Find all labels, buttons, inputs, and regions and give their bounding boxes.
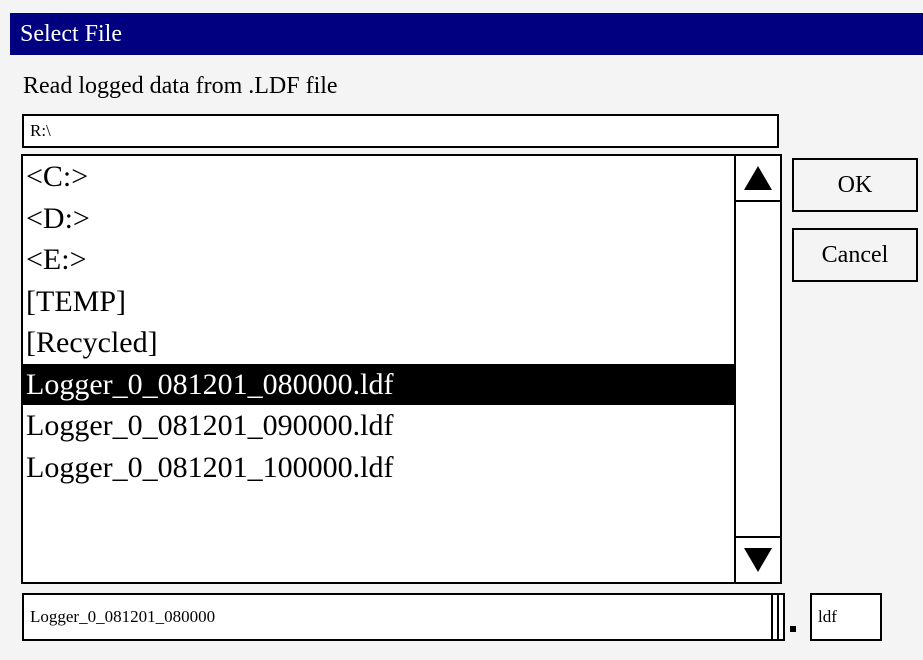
list-item-file[interactable]: Logger_0_081201_090000.ldf — [23, 405, 734, 447]
ok-button[interactable]: OK — [792, 158, 918, 212]
cancel-button[interactable]: Cancel — [792, 228, 918, 282]
triangle-up-icon — [744, 166, 772, 190]
list-item-folder-temp[interactable]: [TEMP] — [23, 281, 734, 323]
dialog-prompt: Read logged data from .LDF file — [23, 73, 338, 99]
list-item-file[interactable]: Logger_0_081201_100000.ldf — [23, 447, 734, 489]
select-file-dialog: Select File Read logged data from .LDF f… — [0, 0, 923, 660]
extension-separator-dot — [790, 626, 796, 632]
file-list-items: <C:> <D:> <E:> [TEMP] [Recycled] Logger_… — [23, 156, 734, 582]
filename-field-edge — [777, 595, 779, 639]
filename-value: Logger_0_081201_080000 — [30, 607, 216, 626]
dialog-title: Select File — [10, 13, 923, 55]
list-item-drive-c[interactable]: <C:> — [23, 156, 734, 198]
scroll-down-button[interactable] — [736, 536, 780, 582]
current-path-field[interactable]: R:\ — [22, 114, 779, 148]
filename-field-edge — [771, 595, 773, 639]
list-item-folder-recycled[interactable]: [Recycled] — [23, 322, 734, 364]
list-item-drive-e[interactable]: <E:> — [23, 239, 734, 281]
scroll-up-button[interactable] — [736, 156, 780, 202]
list-item-file-selected[interactable]: Logger_0_081201_080000.ldf — [23, 363, 734, 405]
list-item-drive-d[interactable]: <D:> — [23, 198, 734, 240]
file-list[interactable]: <C:> <D:> <E:> [TEMP] [Recycled] Logger_… — [21, 154, 782, 584]
extension-input[interactable]: ldf — [810, 593, 882, 641]
filename-input[interactable]: Logger_0_081201_080000 — [22, 593, 785, 641]
vertical-scrollbar[interactable] — [734, 156, 780, 582]
triangle-down-icon — [744, 548, 772, 572]
